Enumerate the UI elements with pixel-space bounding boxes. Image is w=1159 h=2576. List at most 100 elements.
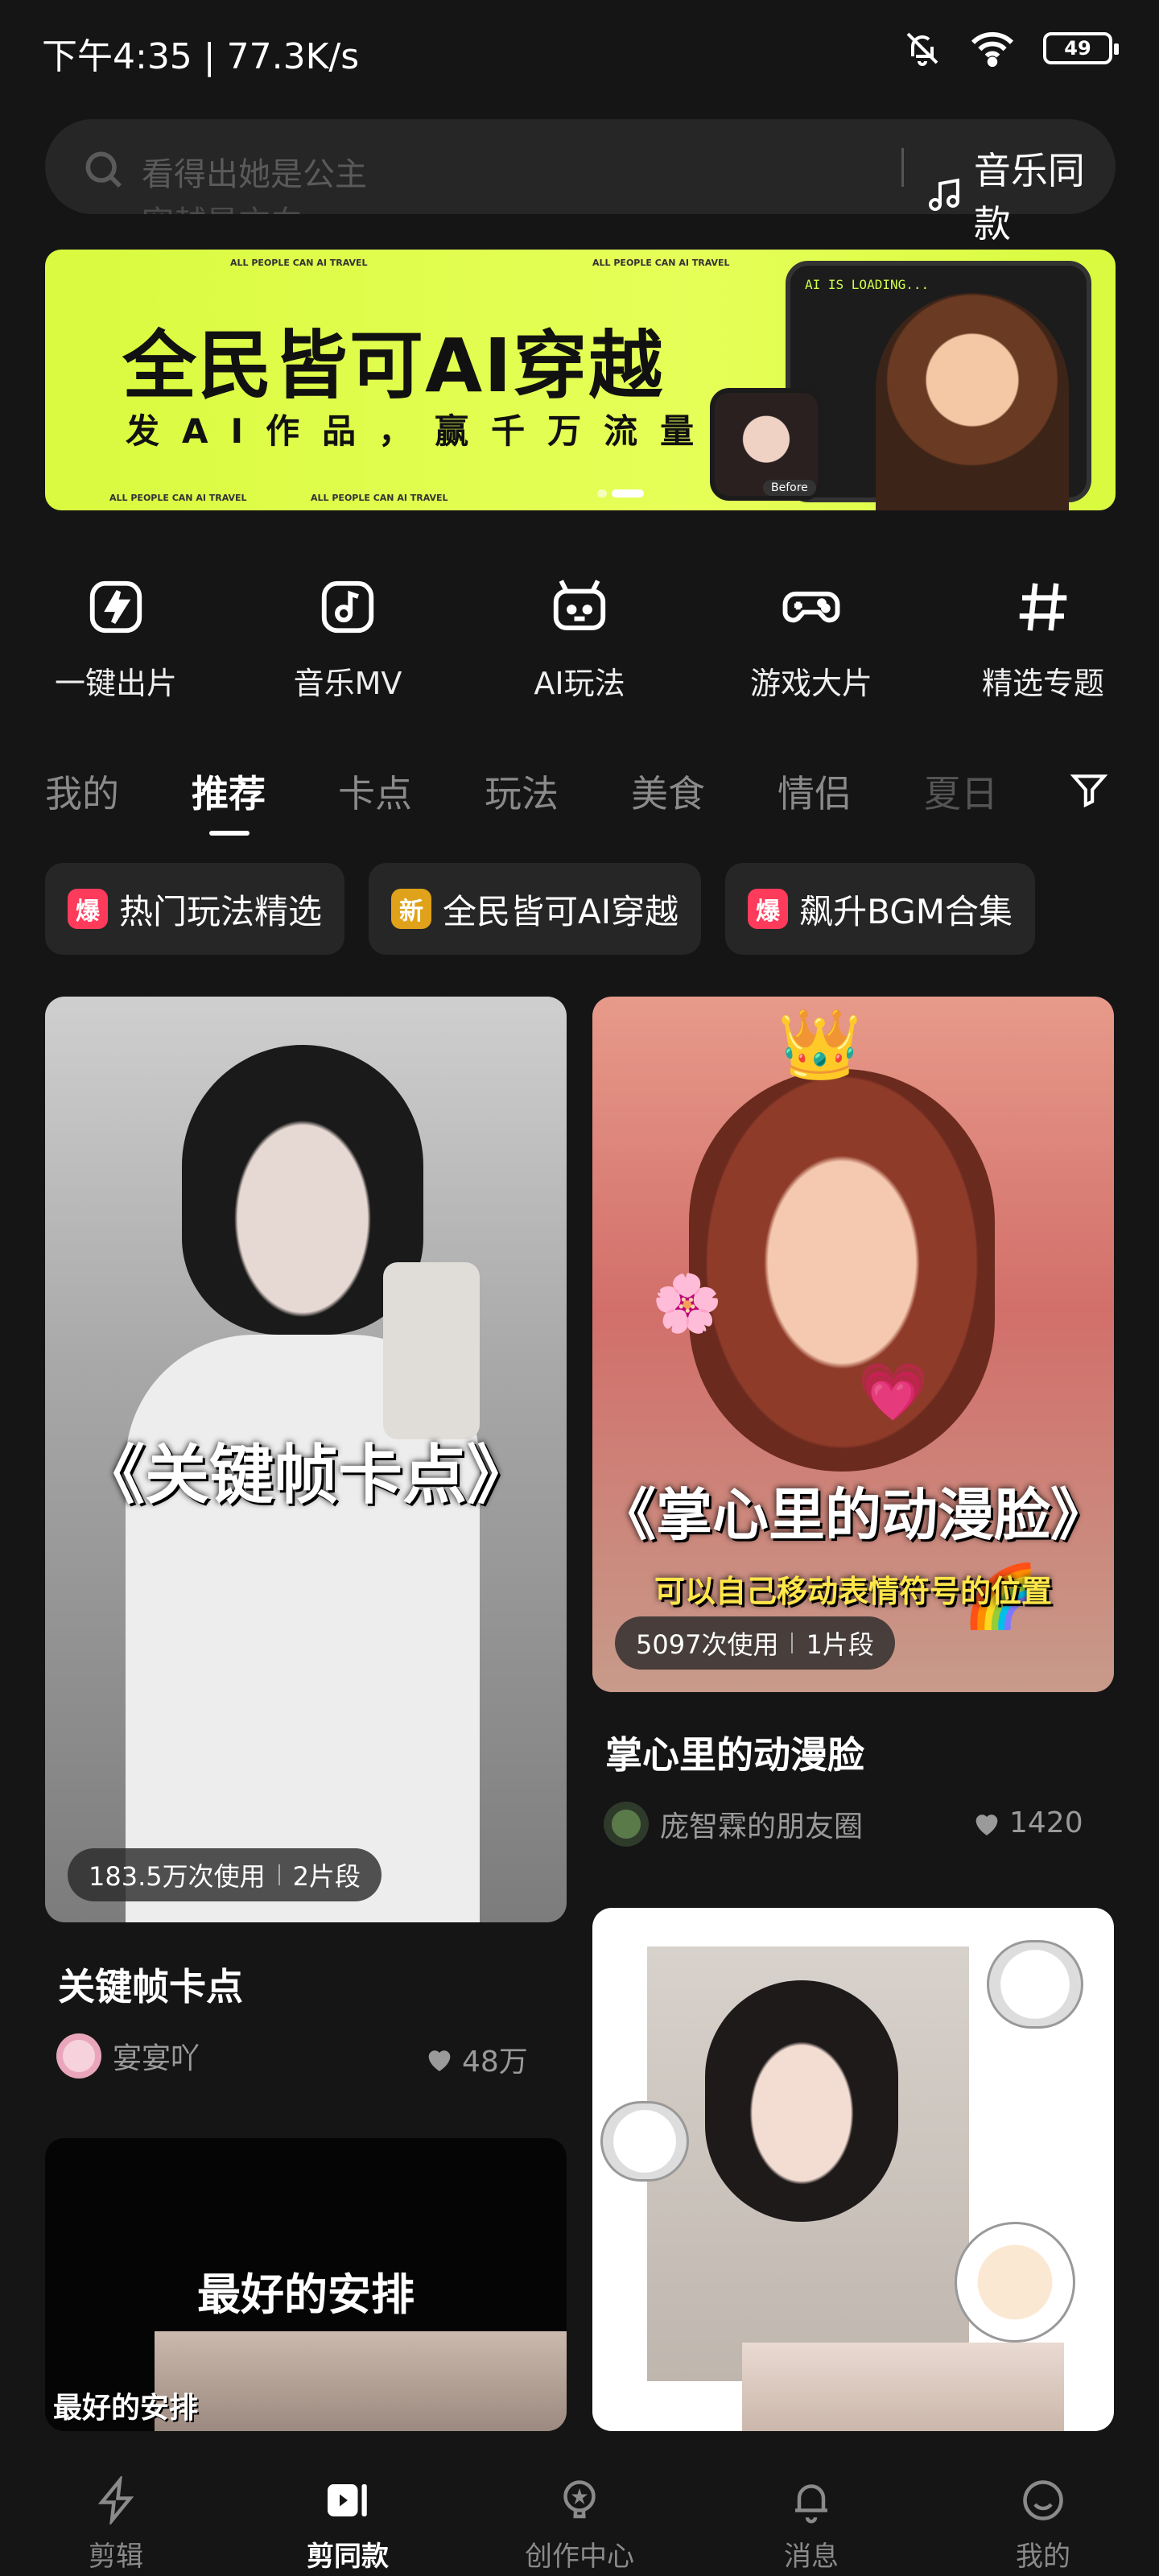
sheep-sticker-icon [987,1940,1083,2029]
like-count[interactable]: 48万 [423,2038,528,2080]
usage-pill: 5097次使用 1片段 [615,1616,895,1670]
card-title[interactable]: 掌心里的动漫脸 [605,1726,864,1779]
card-overlay-title: 《掌心里的动漫脸》 [600,1482,1107,1548]
quick-game[interactable]: 游戏大片 [695,573,927,703]
tab-recommend[interactable]: 推荐 [192,765,266,818]
quick-label: AI玩法 [534,666,625,701]
template-card[interactable]: 👑 💗 🌸 🌈 《掌心里的动漫脸》 可以自己移动表情符号的位置 5097次使用 … [592,997,1114,1692]
lightbulb-icon [563,2480,596,2519]
avatar [56,2033,101,2079]
usage-count: 5097次使用 [636,1629,779,1660]
flower-emoji-icon: 🌸 [652,1270,723,1336]
gamepad-icon [782,591,840,623]
template-card[interactable]: 最好的安排 最好的安排 [45,2138,567,2431]
card-photo-face [705,1980,898,2222]
author-name: 宴宴吖 [113,2042,200,2075]
chip-hot-play[interactable]: 爆 热门玩法精选 [45,863,345,955]
quick-label: 游戏大片 [749,666,872,701]
tab-food[interactable]: 美食 [631,765,705,818]
banner-small-text: ALL PEOPLE CAN AI TRAVEL [109,493,247,503]
promo-banner[interactable]: ALL PEOPLE CAN AI TRAVEL ALL PEOPLE CAN … [45,250,1116,510]
tab-couple[interactable]: 情侣 [777,765,852,818]
chip-label: 热门玩法精选 [119,891,323,931]
sheep-sticker-icon [955,2222,1075,2343]
card-overlay-small: 最好的安排 [53,2392,199,2425]
tab-mine[interactable]: 我的 [45,765,119,818]
smile-icon [1023,2480,1063,2520]
bottom-nav: 剪辑 剪同款 创作中心 消息 我的 [0,2431,1159,2576]
segment-count: 1片段 [806,1629,874,1660]
card-photo-2 [742,2343,1064,2431]
music-note-icon [321,580,374,634]
heart-icon [975,1814,998,1835]
card-title[interactable]: 关键帧卡点 [58,1958,243,2011]
sheep-sticker-icon [600,2101,689,2182]
banner-small-text: ALL PEOPLE CAN AI TRAVEL [230,258,368,268]
nav-messages[interactable]: 消息 [695,2431,927,2576]
quick-label: 精选专题 [981,666,1104,701]
template-card[interactable] [592,1908,1114,2431]
usage-pill: 183.5万次使用 2片段 [68,1848,382,1901]
card-author[interactable]: 庞智霖的朋友圈 [604,1802,863,1847]
like-value: 48万 [462,2046,528,2079]
hashtag-icon [1019,583,1067,631]
chip-ai-travel[interactable]: 新 全民皆可AI穿越 [369,863,702,955]
card-overlay-title: 最好的安排 [197,2269,415,2320]
play-icon [328,2484,367,2516]
nav-creator[interactable]: 创作中心 [464,2431,695,2576]
tab-beat[interactable]: 卡点 [338,765,412,818]
card-author[interactable]: 宴宴吖 [56,2033,200,2079]
quick-music-mv[interactable]: 音乐MV [232,573,464,703]
banner-small-text: ALL PEOPLE CAN AI TRAVEL [311,493,448,503]
search-icon [85,151,122,188]
music-same-button[interactable]: 音乐同款 [926,142,1116,248]
quick-ai-play[interactable]: AI玩法 [464,573,695,703]
nav-label: 剪同款 [307,2541,389,2573]
author-name: 庞智霖的朋友圈 [660,1810,864,1843]
chip-label: 飙升BGM合集 [799,891,1013,931]
search-bar[interactable]: 看得出她是公主 穿越是方向 音乐同款 [45,119,1116,246]
segment-count: 2片段 [292,1861,361,1892]
heart-icon [428,2050,451,2071]
avatar [604,1802,649,1847]
template-card[interactable]: 《关键帧卡点》 183.5万次使用 2片段 [45,997,567,1922]
quick-actions: 一键出片 音乐MV AI玩法 游戏大片 精选专题 [0,573,1159,703]
topic-chips: 爆 热门玩法精选 新 全民皆可AI穿越 爆 飙升BGM合集 [45,863,1035,955]
nav-label: 创作中心 [525,2541,634,2573]
banner-small-text: ALL PEOPLE CAN AI TRAVEL [592,258,730,268]
chip-badge: 新 [391,889,432,929]
battery-level: 49 [1064,37,1091,60]
chip-bgm[interactable]: 爆 飙升BGM合集 [725,863,1035,955]
tab-summer[interactable]: 夏日 [924,765,998,818]
quick-topics[interactable]: 精选专题 [927,573,1159,703]
quick-one-click[interactable]: 一键出片 [0,573,232,703]
like-count[interactable]: 1420 [971,1806,1083,1839]
nav-label: 剪辑 [89,2541,143,2573]
nav-profile[interactable]: 我的 [927,2431,1159,2576]
card-photo-phone [383,1262,480,1439]
nav-edit[interactable]: 剪辑 [0,2431,232,2576]
quick-label: 音乐MV [293,666,402,701]
music-note-icon [928,178,959,211]
mute-bell-icon [906,32,938,66]
quick-label: 一键出片 [54,666,177,701]
wifi-icon [971,31,1014,68]
chip-badge: 爆 [68,889,108,929]
nav-label: 我的 [1016,2541,1070,2573]
status-time: 下午4:35 | 77.3K/s [42,36,360,77]
nav-template[interactable]: 剪同款 [232,2431,464,2576]
banner-loading-text: AI IS LOADING... [805,277,930,292]
nav-label: 消息 [784,2541,839,2573]
search-placeholder: 看得出她是公主 [142,156,367,193]
status-bar: 下午4:35 | 77.3K/s 49 [0,0,1159,105]
crown-icon: 👑 [777,1005,862,1084]
bell-icon [795,2484,827,2524]
filter-icon[interactable] [1069,770,1109,810]
card-photo-face [689,1069,995,1472]
chip-badge: 爆 [748,889,789,929]
tab-play[interactable]: 玩法 [485,765,559,818]
banner-before-label: Before [763,480,816,496]
search-divider [901,148,904,187]
lightning-icon [97,2476,134,2524]
card-photo [155,2331,567,2431]
